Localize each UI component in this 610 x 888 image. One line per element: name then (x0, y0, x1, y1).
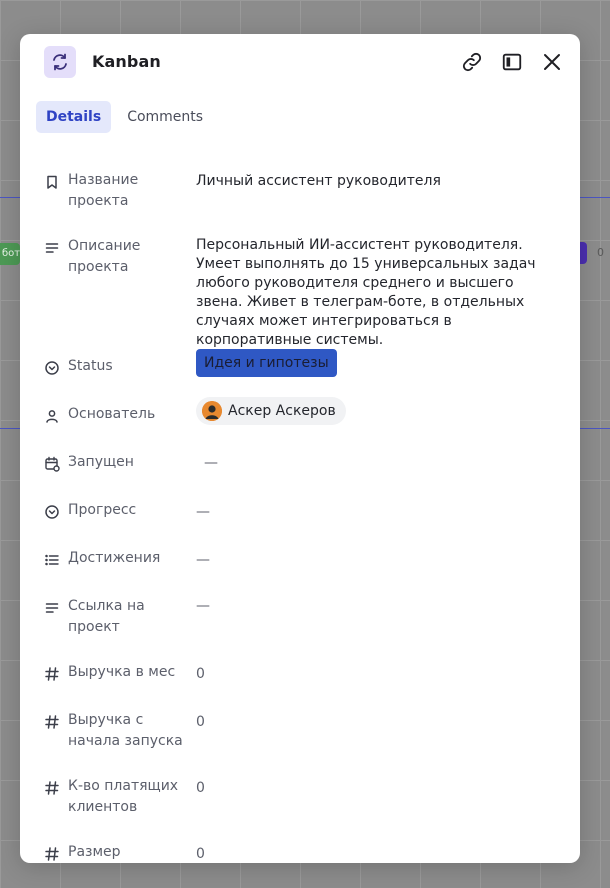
close-icon (544, 54, 560, 70)
hash-icon (45, 667, 59, 681)
property-value[interactable]: 0 (196, 713, 556, 732)
property-label: Прогресс (68, 502, 137, 518)
person-name: Аскер Аскеров (228, 402, 336, 419)
property-label: Ссылка на проект (68, 598, 145, 635)
board-card-chip (580, 242, 587, 264)
property-label: К-во платящих клиентов (68, 778, 179, 815)
person-icon (46, 410, 58, 423)
property-label: Запущен (68, 454, 134, 470)
modal-tabs: Details Comments (36, 101, 213, 133)
chevron-circle-icon (45, 505, 59, 519)
link-icon (462, 52, 482, 72)
kanban-app-icon (44, 46, 76, 78)
bookmark-icon (47, 175, 57, 189)
open-side-panel-button[interactable] (500, 50, 524, 74)
property-value[interactable]: — (196, 597, 556, 616)
calendar-icon (45, 456, 60, 472)
tab-details[interactable]: Details (36, 101, 112, 133)
person-chip[interactable]: Аскер Аскеров (196, 397, 346, 425)
board-card-tag: бот (0, 243, 20, 265)
copy-link-button[interactable] (460, 50, 484, 74)
board-column-count: 0 (597, 246, 604, 259)
property-value[interactable]: 0 (196, 845, 556, 863)
property-label: Status (68, 358, 113, 374)
property-value[interactable]: — (196, 551, 556, 570)
side-panel-icon (502, 53, 522, 71)
property-value[interactable]: Личный ассистент руководителя (196, 172, 556, 191)
property-label: Размер (68, 844, 121, 860)
hash-icon (45, 847, 59, 861)
property-label: Выручка в мес (68, 664, 176, 680)
property-value[interactable]: — (196, 503, 556, 522)
property-label: Выручка с начала запуска (68, 712, 183, 749)
property-value[interactable]: 0 (196, 779, 556, 798)
text-lines-icon (45, 603, 59, 613)
property-value[interactable]: Идея и гипотезы (196, 349, 556, 377)
status-badge[interactable]: Идея и гипотезы (196, 349, 337, 377)
text-lines-icon (45, 243, 59, 253)
avatar (202, 401, 222, 421)
modal-title: Kanban (92, 52, 161, 71)
property-label: Описание проекта (68, 238, 141, 275)
property-value[interactable]: Персональный ИИ-ассистент руководителя. … (196, 236, 556, 350)
modal-header: Kanban (20, 34, 580, 90)
property-label: Название проекта (68, 172, 139, 209)
property-value[interactable]: 0 (196, 665, 556, 684)
property-value[interactable]: Аскер Аскеров (196, 397, 556, 427)
list-icon (45, 554, 59, 566)
property-label: Основатель (68, 406, 156, 422)
hash-icon (45, 781, 59, 795)
hash-icon (45, 715, 59, 729)
property-value[interactable]: — (204, 454, 564, 473)
tab-comments[interactable]: Comments (117, 101, 213, 133)
property-label: Достижения (68, 550, 161, 566)
close-button[interactable] (540, 50, 564, 74)
record-modal: Kanban Details Comments Название проекта… (20, 34, 580, 863)
chevron-circle-icon (45, 361, 59, 375)
